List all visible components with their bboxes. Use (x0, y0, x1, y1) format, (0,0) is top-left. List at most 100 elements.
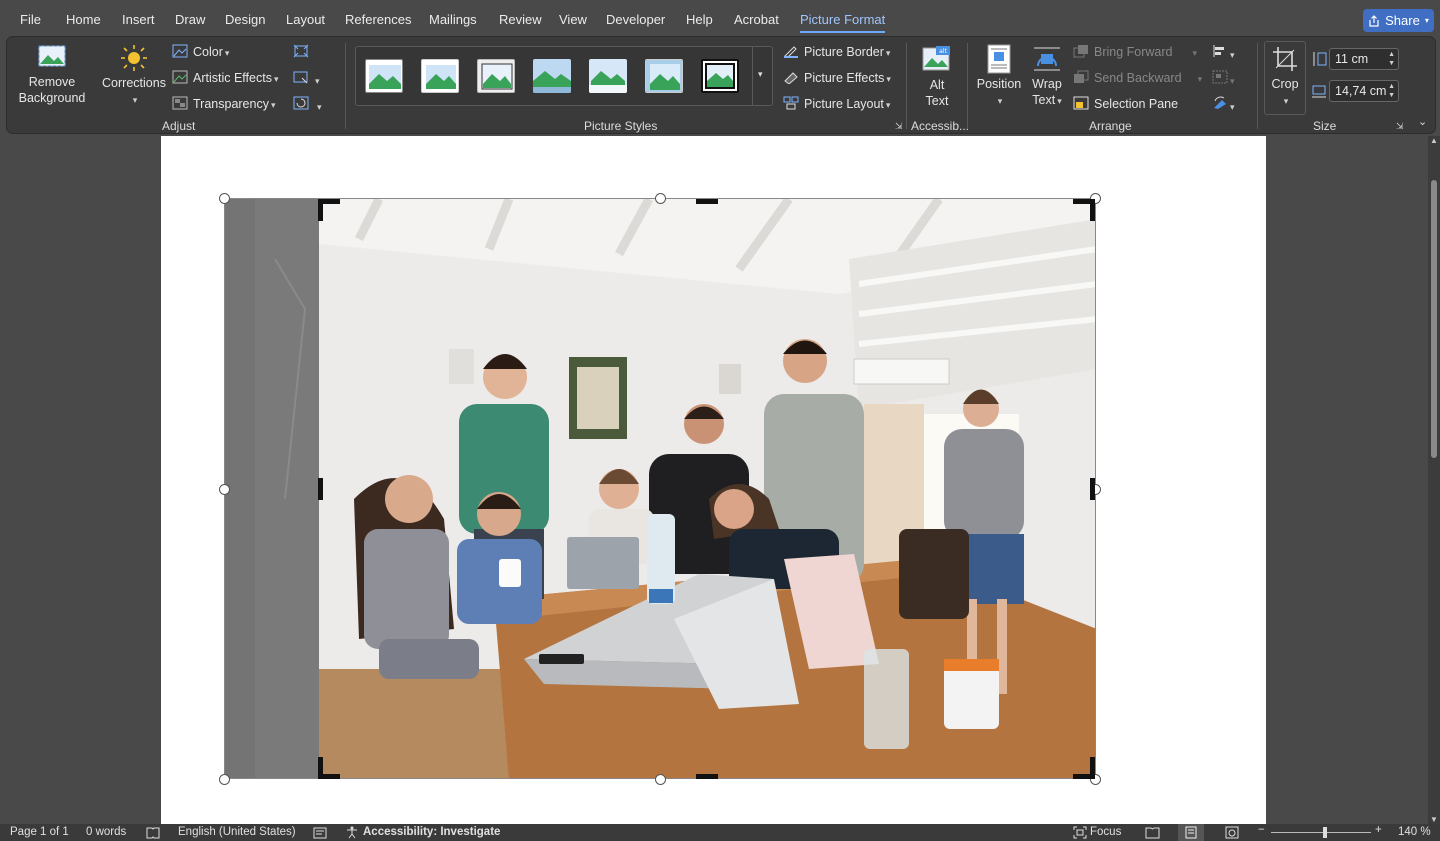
selected-picture[interactable] (224, 198, 1096, 779)
wrap-text-button[interactable]: Wrap Text ▾ (1024, 44, 1070, 109)
picture-style-thumbnail[interactable] (477, 59, 515, 93)
zoom-level[interactable]: 140 % (1398, 826, 1431, 838)
dialog-launcher-icon[interactable]: ⇲ (1396, 121, 1404, 132)
crop-handle[interactable] (318, 757, 340, 779)
bring-forward-button[interactable]: Bring Forward ▾ (1073, 44, 1197, 59)
position-icon (987, 44, 1011, 74)
accessibility-status[interactable]: Accessibility: Investigate (363, 826, 500, 838)
artistic-effects-button[interactable]: Artistic Effects ▾ (172, 70, 279, 85)
picture-border-label: Picture Border (804, 45, 884, 59)
resize-handle[interactable] (655, 193, 666, 204)
crop-handle[interactable] (318, 199, 340, 221)
align-icon (1213, 45, 1224, 57)
proofing-icon[interactable] (146, 827, 160, 839)
selection-pane-icon (1073, 96, 1089, 110)
picture-border-button[interactable]: Picture Border ▾ (783, 44, 890, 59)
remove-background-button[interactable]: Remove Background (15, 44, 89, 106)
picture-effects-button[interactable]: Picture Effects ▾ (783, 70, 891, 85)
web-layout-icon[interactable] (1225, 826, 1239, 839)
zoom-slider[interactable] (1271, 832, 1371, 833)
wrap-text-label-line2: Text (1032, 93, 1056, 107)
color-button[interactable]: Color ▾ (172, 44, 229, 59)
picture-style-icon (589, 59, 627, 93)
word-count[interactable]: 0 words (86, 826, 126, 838)
picture-layout-button[interactable]: Picture Layout ▾ (783, 96, 890, 111)
vertical-scrollbar[interactable]: ▲ ▼ (1428, 136, 1440, 824)
spin-arrows-icon[interactable]: ▲ ▼ (1388, 82, 1395, 100)
tab-layout[interactable]: Layout (286, 12, 325, 27)
crop-handle[interactable] (1090, 478, 1095, 500)
tab-view[interactable]: View (559, 12, 587, 27)
selection-pane-button[interactable]: Selection Pane (1073, 96, 1178, 111)
share-button[interactable]: Share ▾ (1363, 9, 1434, 32)
tab-mailings[interactable]: Mailings (429, 12, 477, 27)
focus-mode[interactable]: Focus (1090, 826, 1121, 838)
share-label: Share (1385, 13, 1420, 28)
read-mode-icon[interactable] (1145, 826, 1160, 839)
zoom-slider-thumb[interactable] (1323, 827, 1327, 838)
language-indicator[interactable]: English (United States) (178, 826, 296, 838)
picture-style-thumbnail[interactable] (645, 59, 683, 93)
corrections-button[interactable]: Corrections ▾ (99, 44, 169, 108)
text-predictions-icon[interactable] (313, 827, 327, 839)
page-count[interactable]: Page 1 of 1 (10, 826, 69, 838)
gallery-more-button[interactable]: ▾ (752, 47, 772, 105)
crop-handle[interactable] (318, 478, 323, 500)
send-backward-icon (1074, 70, 1089, 83)
group-objects-button[interactable]: ▾ (1212, 70, 1235, 87)
rotate-button[interactable]: ▾ (1212, 96, 1235, 113)
tab-references[interactable]: References (345, 12, 411, 27)
scroll-down-icon[interactable]: ▼ (1430, 815, 1438, 824)
print-layout-view-button[interactable] (1178, 824, 1204, 841)
tab-draw[interactable]: Draw (175, 12, 205, 27)
change-picture-button[interactable]: ▾ (293, 70, 320, 87)
reset-picture-button[interactable]: ▾ (293, 96, 322, 113)
chevron-down-icon: ▾ (273, 74, 279, 84)
tab-insert[interactable]: Insert (122, 12, 155, 27)
picture-style-thumbnail[interactable] (533, 59, 571, 93)
send-backward-button[interactable]: Send Backward ▾ (1073, 70, 1202, 85)
tab-help[interactable]: Help (686, 12, 713, 27)
group-divider (906, 43, 907, 129)
picture-style-thumbnail[interactable] (701, 59, 739, 93)
tab-picture-format[interactable]: Picture Format (800, 12, 886, 33)
selection-pane-label: Selection Pane (1094, 97, 1179, 111)
zoom-out-icon[interactable]: − (1258, 824, 1265, 836)
picture-layout-label: Picture Layout (804, 97, 884, 111)
position-button[interactable]: Position ▾ (974, 44, 1024, 109)
crop-button[interactable]: Crop ▾ (1264, 41, 1306, 115)
resize-handle[interactable] (655, 774, 666, 785)
tab-review[interactable]: Review (499, 12, 542, 27)
transparency-button[interactable]: Transparency ▾ (172, 96, 276, 111)
scroll-up-icon[interactable]: ▲ (1430, 136, 1438, 145)
tab-file[interactable]: File (20, 12, 41, 27)
chevron-down-icon: ▾ (885, 48, 891, 58)
wrap-text-icon (1034, 47, 1060, 71)
tab-acrobat[interactable]: Acrobat (734, 12, 779, 27)
alt-text-button[interactable]: alt Alt Text (915, 45, 959, 109)
crop-handle[interactable] (1073, 757, 1095, 779)
crop-handle[interactable] (696, 199, 718, 204)
crop-handle[interactable] (696, 774, 718, 779)
collapse-ribbon-icon[interactable]: ⌄ (1418, 115, 1427, 128)
align-button[interactable]: ▾ (1212, 44, 1235, 61)
shape-height-input[interactable]: 11 cm ▲ ▼ (1329, 48, 1399, 70)
compress-pictures-button[interactable] (293, 44, 309, 61)
tab-design[interactable]: Design (225, 12, 265, 27)
tab-home[interactable]: Home (66, 12, 101, 27)
dialog-launcher-icon[interactable]: ⇲ (895, 121, 903, 132)
shape-width-input[interactable]: 14,74 cm ▲ ▼ (1329, 80, 1399, 102)
resize-handle[interactable] (219, 484, 230, 495)
chevron-down-icon: ▾ (885, 100, 891, 110)
picture-style-thumbnail[interactable] (589, 59, 627, 93)
resize-handle[interactable] (219, 193, 230, 204)
tab-developer[interactable]: Developer (606, 12, 665, 27)
spin-arrows-icon[interactable]: ▲ ▼ (1388, 50, 1395, 68)
scrollbar-thumb[interactable] (1431, 180, 1437, 458)
chevron-down-icon: ▾ (1197, 74, 1203, 84)
resize-handle[interactable] (219, 774, 230, 785)
crop-handle[interactable] (1073, 199, 1095, 221)
picture-style-thumbnail[interactable] (421, 59, 459, 93)
picture-style-thumbnail[interactable] (365, 59, 403, 93)
zoom-in-icon[interactable]: + (1375, 824, 1382, 836)
